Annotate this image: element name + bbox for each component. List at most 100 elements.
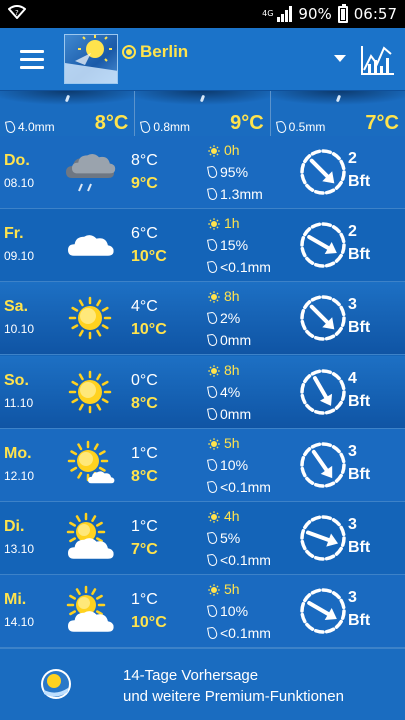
chart-icon[interactable]	[360, 40, 396, 78]
precipitation-amount: 1.3mm	[220, 186, 263, 202]
precipitation-icon	[207, 333, 218, 348]
precipitation-icon	[207, 553, 218, 567]
sunshine-hours: 8h	[224, 288, 240, 305]
precipitation-icon	[207, 480, 218, 494]
rain-drop-icon	[335, 94, 341, 103]
wind-unit: Bft	[348, 539, 371, 556]
svg-text:?: ?	[15, 9, 19, 17]
premium-app-icon	[40, 668, 72, 700]
precipitation-amount: <0.1mm	[220, 478, 271, 495]
rain-probability-icon	[207, 384, 218, 399]
rain-drop-icon	[200, 94, 206, 103]
sunshine-icon	[208, 364, 220, 377]
hourly-precip: 4.0mm	[18, 120, 55, 134]
rain-probability-icon	[207, 458, 218, 472]
wifi-icon: ?	[7, 5, 27, 23]
rain-cloud-icon	[62, 144, 118, 200]
sunshine-hours: 4h	[224, 508, 240, 524]
precipitation-icon	[207, 406, 218, 421]
clock: 06:57	[353, 5, 397, 23]
rain-probability: 2%	[220, 310, 241, 327]
sunshine-hours: 5h	[224, 434, 240, 451]
wind-unit: Bft	[348, 246, 371, 264]
sunshine-icon	[208, 583, 220, 596]
day-date: 14.10	[4, 615, 35, 630]
wind-force: 3	[348, 516, 357, 533]
precipitation-amount: 0mm	[220, 405, 252, 422]
premium-banner[interactable]: 14-Tage Vorhersage und weitere Premium-F…	[0, 648, 405, 720]
hourly-temp: 9°C	[230, 112, 264, 134]
wind-unit: Bft	[348, 319, 371, 337]
day-name: Mo.	[4, 444, 32, 462]
temp-min: 1°C	[131, 518, 158, 535]
temp-max: 10°C	[131, 321, 167, 339]
wind-direction-icon	[299, 368, 347, 416]
day-date: 08.10	[4, 176, 35, 190]
menu-icon[interactable]	[0, 28, 64, 90]
sunshine-icon	[208, 437, 220, 450]
wind-direction-icon	[299, 441, 347, 489]
dropdown-arrow-icon[interactable]	[334, 55, 346, 62]
rain-probability: 4%	[220, 383, 241, 400]
temp-max: 8°C	[131, 467, 158, 485]
temp-min: 1°C	[131, 591, 158, 609]
day-name: Di.	[4, 518, 25, 535]
wind-direction-icon	[299, 148, 347, 196]
day-row[interactable]: Mi. 14.10 1°C 10°C 5h 10% <0.1mm 3 Bft	[0, 575, 405, 649]
rain-probability-icon	[207, 604, 218, 618]
day-date: 09.10	[4, 249, 35, 264]
sunshine-icon	[208, 144, 220, 157]
day-row[interactable]: Sa. 10.10 4°C 10°C 8h 2% 0mm 3 Bft	[0, 282, 405, 356]
wind-force: 4	[348, 369, 357, 387]
rain-probability: 15%	[220, 237, 249, 254]
precipitation-icon	[207, 260, 218, 274]
day-row[interactable]: So. 11.10 0°C 8°C 8h 4% 0mm 4 Bft	[0, 355, 405, 429]
day-row[interactable]: Fr. 09.10 6°C 10°C 1h 15% <0.1mm 2 Bft	[0, 209, 405, 283]
day-row[interactable]: Mo. 12.10 1°C 8°C 5h 10% <0.1mm 3 Bft	[0, 428, 405, 502]
temp-max: 7°C	[131, 541, 158, 558]
temp-max: 9°C	[131, 175, 158, 192]
rain-probability: 10%	[220, 603, 249, 620]
day-row[interactable]: Di. 13.10 1°C 7°C 4h 5% <0.1mm 3 Bft	[0, 502, 405, 575]
sunshine-hours: 1h	[224, 215, 240, 232]
sun-small-cloud-icon	[62, 437, 118, 493]
hourly-cell[interactable]: 0.8mm 9°C	[135, 91, 271, 136]
precipitation-icon	[207, 187, 218, 201]
sun-icon	[62, 364, 118, 420]
rain-probability-icon	[207, 238, 218, 252]
rain-probability: 95%	[220, 164, 249, 180]
precipitation-amount: <0.1mm	[220, 259, 271, 276]
day-name: Sa.	[4, 298, 29, 316]
day-name: Do.	[4, 152, 30, 169]
premium-line-1: 14-Tage Vorhersage	[123, 667, 259, 684]
temp-max: 8°C	[131, 394, 158, 412]
city-name: Berlin	[140, 42, 189, 61]
city-selector[interactable]: Berlin	[122, 42, 188, 62]
day-name: So.	[4, 371, 29, 389]
hourly-cell[interactable]: 0.5mm 7°C	[270, 91, 405, 136]
sunshine-hours: 8h	[224, 361, 240, 378]
wind-direction-icon	[299, 221, 347, 269]
sun-outline-icon	[122, 45, 136, 59]
wind-unit: Bft	[348, 392, 371, 410]
hourly-strip[interactable]: 4.0mm 8°C 0.8mm 9°C 0.5mm 7°C	[0, 90, 405, 136]
precipitation-icon	[275, 120, 287, 134]
day-name: Fr.	[4, 225, 24, 243]
day-date: 13.10	[4, 542, 35, 556]
temp-max: 10°C	[131, 614, 167, 632]
precipitation-amount: <0.1mm	[220, 552, 271, 568]
wind-unit: Bft	[348, 612, 371, 630]
hourly-cell[interactable]: 4.0mm 8°C	[0, 91, 136, 136]
day-row[interactable]: Do. 08.10 8°C 9°C 0h 95% 1.3mm 2 Bft	[0, 136, 405, 209]
sunshine-icon	[208, 217, 220, 230]
sunshine-hours: 0h	[224, 142, 240, 158]
wind-unit: Bft	[348, 465, 371, 483]
status-bar: ? 4G 90% 06:57	[0, 0, 405, 28]
rain-probability-icon	[207, 311, 218, 326]
day-name: Mi.	[4, 591, 27, 609]
precipitation-icon	[5, 120, 16, 134]
rain-probability: 5%	[220, 530, 241, 546]
day-date: 11.10	[4, 395, 34, 410]
precipitation-amount: 0mm	[220, 332, 252, 349]
current-weather-thumbnail[interactable]	[64, 34, 118, 84]
